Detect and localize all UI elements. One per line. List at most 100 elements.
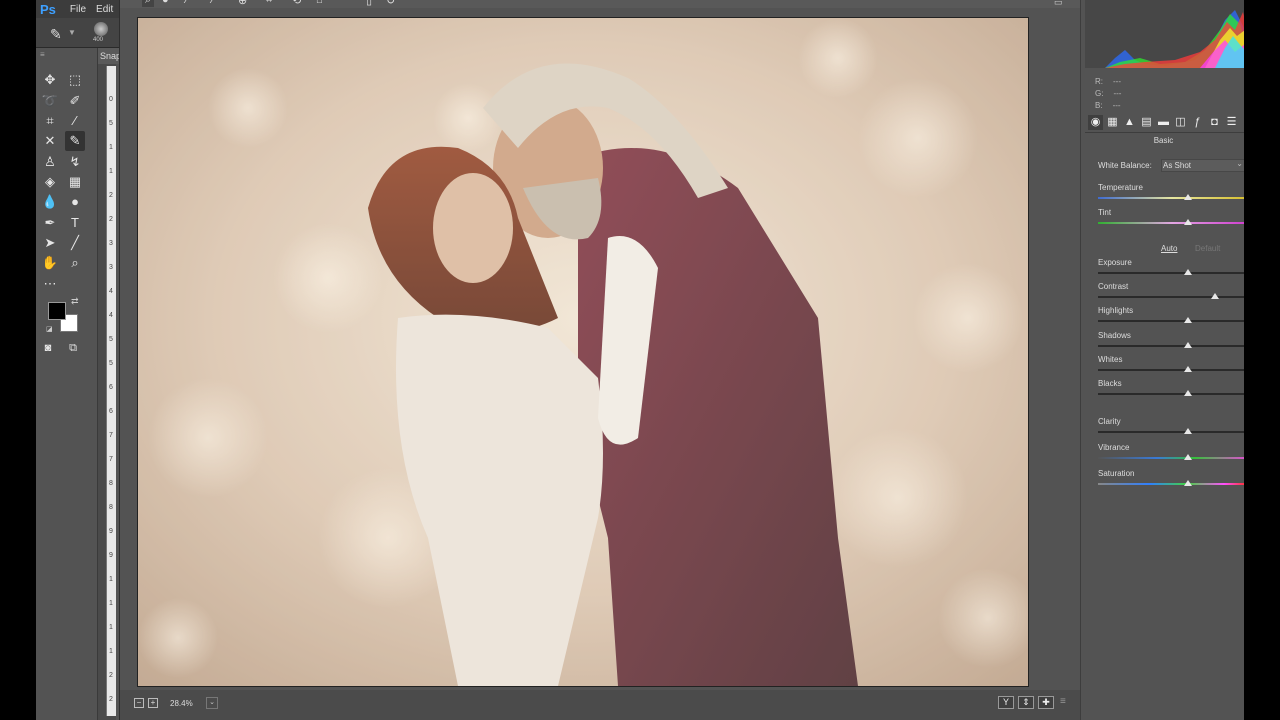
panel-toggle-icon[interactable]: ≡: [1060, 696, 1066, 707]
crop-tool-icon[interactable]: ⌗: [40, 111, 60, 131]
clarity-slider-track[interactable]: [1098, 431, 1244, 433]
exposure-value-field[interactable]: 0.00: [1223, 258, 1244, 267]
vibrance-value-field[interactable]: 0: [1223, 443, 1244, 452]
menu-file[interactable]: File: [70, 4, 86, 15]
whites-slider-thumb[interactable]: [1184, 366, 1192, 372]
exposure-slider-track[interactable]: [1098, 272, 1244, 274]
history-brush-tool-icon[interactable]: ↯: [65, 152, 85, 172]
dodge-tool-icon[interactable]: ●: [65, 192, 85, 212]
hand-tool-icon[interactable]: ●: [162, 0, 169, 6]
shadows-value-field[interactable]: 0: [1223, 331, 1244, 340]
marquee-tool-icon[interactable]: ⬚: [65, 70, 85, 90]
white-balance-select[interactable]: As Shot: [1161, 158, 1244, 172]
temperature-slider-track[interactable]: [1098, 197, 1244, 199]
ruler-tick: 6: [109, 384, 113, 391]
pen-tool-icon[interactable]: ✒: [40, 213, 60, 233]
tint-value-field[interactable]: 0: [1223, 208, 1244, 217]
tab-detail-icon[interactable]: ▲: [1122, 115, 1137, 130]
gradient-tool-icon[interactable]: ▦: [65, 172, 85, 192]
adjustment-panel: R: --- G: --- B: --- ◉ ▦ ▲ ▤ ▬ ◫ ƒ ◘ ☰ Basi…: [1080, 0, 1244, 720]
tint-slider-thumb[interactable]: [1184, 219, 1192, 225]
clarity-value-field[interactable]: 0: [1223, 417, 1244, 426]
crop-tool-icon[interactable]: ⌗: [266, 0, 272, 7]
temperature-value-field[interactable]: 0: [1223, 183, 1244, 192]
before-after-y-button[interactable]: Y: [998, 696, 1014, 709]
clone-stamp-tool-icon[interactable]: ♙: [40, 152, 60, 172]
document-tab[interactable]: Snap: [98, 48, 120, 64]
contrast-slider-track[interactable]: [1098, 296, 1244, 298]
eyedropper-tool-icon[interactable]: ⁄: [65, 111, 85, 131]
move-tool-icon[interactable]: ✥: [40, 70, 60, 90]
saturation-slider-thumb[interactable]: [1184, 480, 1192, 486]
tab-effects-icon[interactable]: ƒ: [1190, 115, 1205, 130]
screen-mode-icon[interactable]: ⧉: [63, 338, 83, 358]
tab-split-toning-icon[interactable]: ▬: [1156, 115, 1171, 130]
transform-tool-icon[interactable]: ⌂: [316, 0, 323, 6]
foreground-color-swatch[interactable]: [48, 302, 66, 320]
tab-basic-icon[interactable]: ◉: [1088, 115, 1103, 130]
tab-camera-calibration-icon[interactable]: ◘: [1207, 115, 1222, 130]
type-tool-icon[interactable]: T: [65, 213, 85, 233]
saturation-slider-track[interactable]: [1098, 483, 1244, 485]
tint-label: Tint: [1098, 208, 1112, 217]
whites-slider-track[interactable]: [1098, 369, 1244, 371]
zoom-tool-icon[interactable]: ⌕: [65, 253, 85, 273]
vibrance-slider-thumb[interactable]: [1184, 454, 1192, 460]
brush-preset-icon[interactable]: ✎: [50, 26, 62, 43]
saturation-value-field[interactable]: 0: [1223, 469, 1244, 478]
more-tools-icon[interactable]: ⋯: [40, 274, 60, 294]
fullscreen-icon[interactable]: ▭: [1054, 0, 1063, 8]
shadows-slider-track[interactable]: [1098, 345, 1244, 347]
healing-tool-icon[interactable]: ✕: [40, 131, 60, 151]
clarity-slider-thumb[interactable]: [1184, 428, 1192, 434]
tab-presets-icon[interactable]: ☰: [1224, 115, 1239, 130]
targeted-adjustment-icon[interactable]: ⊕: [238, 0, 247, 7]
highlights-slider-track[interactable]: [1098, 320, 1244, 322]
color-sampler-tool-icon[interactable]: ⁄: [212, 0, 214, 6]
highlights-value-field[interactable]: 0: [1223, 306, 1244, 315]
swap-before-after-button[interactable]: ⇕: [1018, 696, 1034, 709]
copy-settings-button[interactable]: ✚: [1038, 696, 1054, 709]
quick-select-tool-icon[interactable]: ✐: [65, 91, 85, 111]
zoom-dropdown[interactable]: ⌄: [206, 697, 218, 709]
blur-tool-icon[interactable]: 💧: [40, 192, 60, 212]
zoom-out-button[interactable]: −: [134, 698, 144, 708]
rotate-right-icon[interactable]: ↻: [386, 0, 395, 7]
brush-size-preview[interactable]: [94, 22, 108, 36]
white-balance-tool-icon[interactable]: ⁄: [186, 0, 188, 6]
quick-mask-icon[interactable]: ◙: [38, 338, 58, 358]
swap-colors-icon[interactable]: ⇄: [71, 296, 79, 307]
lasso-tool-icon[interactable]: ➰: [40, 91, 60, 111]
contrast-slider-thumb[interactable]: [1211, 293, 1219, 299]
shadows-slider-thumb[interactable]: [1184, 342, 1192, 348]
eraser-tool-icon[interactable]: ◈: [40, 172, 60, 192]
tab-lens-icon[interactable]: ◫: [1173, 115, 1188, 130]
image-preview[interactable]: [137, 17, 1029, 687]
straighten-tool-icon[interactable]: ⟲: [292, 0, 301, 7]
default-link[interactable]: Default: [1195, 244, 1220, 253]
exposure-slider-thumb[interactable]: [1184, 269, 1192, 275]
auto-link[interactable]: Auto: [1161, 244, 1177, 253]
whites-value-field[interactable]: 0: [1223, 355, 1244, 364]
tab-hsl-icon[interactable]: ▤: [1139, 115, 1154, 130]
blacks-value-field[interactable]: 0: [1223, 379, 1244, 388]
vibrance-slider-track[interactable]: [1098, 457, 1244, 459]
chevron-down-icon[interactable]: ▼: [68, 28, 76, 37]
highlights-slider-thumb[interactable]: [1184, 317, 1192, 323]
hand-tool-icon[interactable]: ✋: [40, 253, 60, 273]
blacks-slider-track[interactable]: [1098, 393, 1244, 395]
tint-slider-track[interactable]: [1098, 222, 1244, 224]
tab-tone-curve-icon[interactable]: ▦: [1105, 115, 1120, 130]
path-select-tool-icon[interactable]: ➤: [40, 233, 60, 253]
menu-edit[interactable]: Edit: [96, 4, 113, 15]
rotate-left-icon[interactable]: ▯: [366, 0, 372, 7]
blacks-slider-thumb[interactable]: [1184, 390, 1192, 396]
temperature-slider-thumb[interactable]: [1184, 194, 1192, 200]
highlights-label: Highlights: [1098, 306, 1134, 315]
default-colors-icon[interactable]: ◪: [46, 325, 53, 333]
zoom-tool-icon[interactable]: ⌕: [142, 0, 155, 7]
panel-grip-icon[interactable]: ≡: [40, 50, 45, 59]
zoom-in-button[interactable]: +: [148, 698, 158, 708]
line-tool-icon[interactable]: ╱: [65, 233, 85, 253]
brush-tool-icon[interactable]: ✎: [65, 131, 85, 151]
